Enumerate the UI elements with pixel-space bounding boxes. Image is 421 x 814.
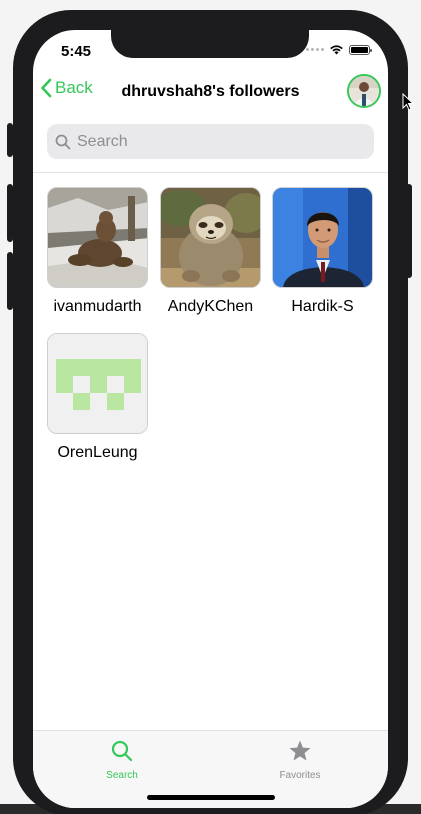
bear-photo	[48, 188, 147, 287]
signal-icon	[306, 48, 324, 51]
follower-cell[interactable]: Hardik-S	[272, 187, 373, 316]
divider	[33, 172, 388, 173]
follower-avatar	[160, 187, 261, 288]
navigation-bar: Back dhruvshah8's followers	[33, 74, 388, 112]
tab-bar: Search Favorites	[33, 730, 388, 808]
follower-cell[interactable]: AndyKChen	[160, 187, 261, 316]
star-icon	[289, 740, 311, 761]
follower-username: Hardik-S	[291, 298, 354, 315]
follower-cell[interactable]: ivanmudarth	[47, 187, 148, 316]
profile-photo	[349, 76, 379, 106]
follower-username: ivanmudarth	[53, 298, 142, 315]
tab-favorites-label: Favorites	[279, 770, 321, 781]
follower-cell[interactable]: OrenLeung	[47, 333, 148, 462]
follower-avatar	[47, 187, 148, 288]
battery-icon	[349, 44, 372, 55]
profile-avatar[interactable]	[347, 74, 381, 108]
notch	[111, 30, 309, 58]
search-icon	[55, 134, 71, 149]
tab-favorites[interactable]: Favorites	[255, 739, 345, 781]
follower-username: OrenLeung	[57, 444, 138, 461]
follower-avatar	[272, 187, 373, 288]
mouse-cursor-icon	[402, 93, 414, 111]
identicon-green	[48, 334, 147, 433]
wifi-icon	[330, 45, 343, 55]
follower-username: AndyKChen	[167, 298, 254, 315]
home-indicator	[147, 795, 275, 800]
search-input[interactable]	[77, 132, 357, 151]
status-time: 5:45	[61, 43, 92, 60]
phone-frame: 5:45 Back dhruvshah8's followers Search …	[13, 10, 408, 814]
tab-search-label: Search	[106, 770, 138, 781]
search-icon	[111, 740, 133, 762]
sloth-photo	[161, 188, 260, 287]
follower-avatar	[47, 333, 148, 434]
tab-search[interactable]: Search	[77, 739, 167, 781]
status-icons	[306, 44, 372, 55]
search-bar[interactable]	[47, 124, 374, 159]
app-screen: 5:45 Back dhruvshah8's followers Search …	[33, 30, 388, 808]
page-title: dhruvshah8's followers	[121, 83, 300, 100]
portrait-photo	[273, 188, 372, 287]
